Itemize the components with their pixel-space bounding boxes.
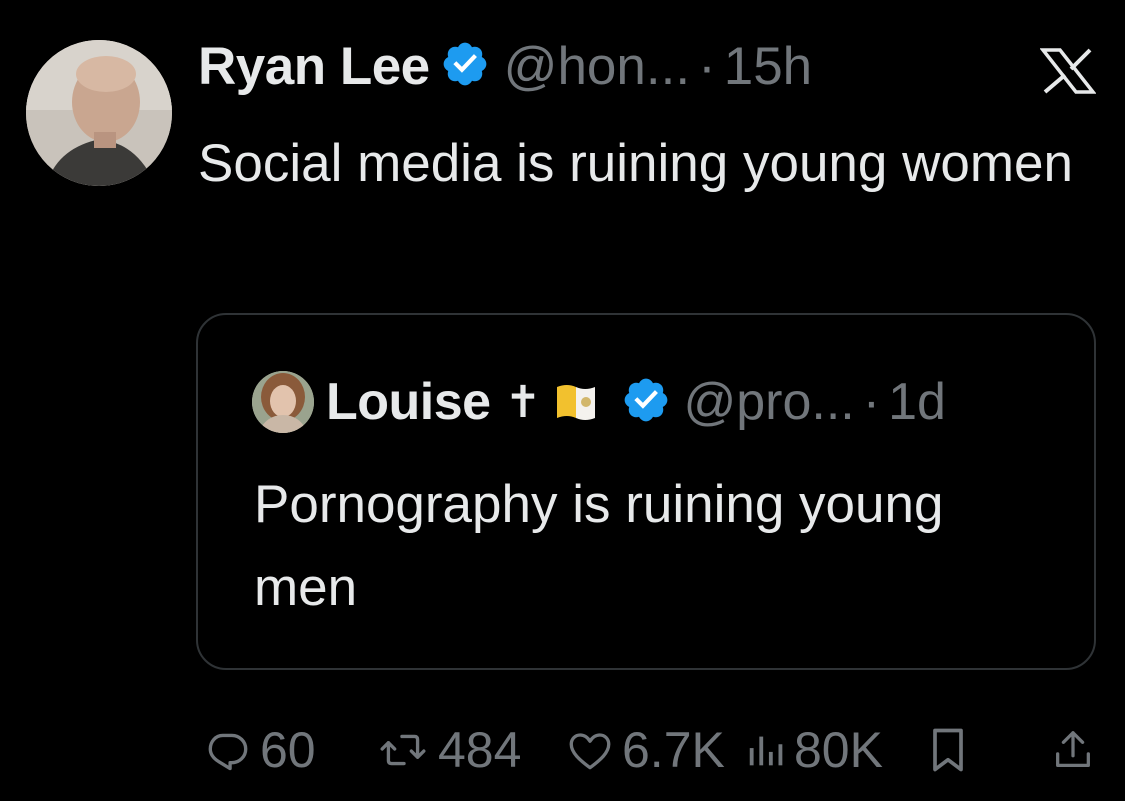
quoted-tweet-header: Louise ✝ @pro... · 1d: [326, 367, 946, 437]
reply-button[interactable]: 60: [200, 718, 316, 782]
tweet-timestamp[interactable]: 15h: [724, 36, 812, 97]
views-icon: [749, 736, 783, 766]
like-count: 6.7K: [622, 722, 725, 778]
share-button[interactable]: [1050, 718, 1096, 782]
views-count: 80K: [794, 722, 883, 778]
x-logo-icon[interactable]: [1039, 48, 1097, 94]
quoted-avatar-photo: [252, 371, 314, 433]
vatican-flag-emoji: [555, 382, 597, 422]
quoted-separator-dot: ·: [862, 373, 881, 431]
quoted-author-avatar[interactable]: [252, 371, 314, 433]
retweet-icon: [380, 734, 426, 766]
retweet-button[interactable]: 484: [372, 718, 521, 782]
views-button[interactable]: 80K: [744, 718, 883, 782]
quoted-author-handle[interactable]: @pro...: [683, 372, 854, 432]
verified-badge-icon[interactable]: [440, 39, 490, 94]
bookmark-button[interactable]: [926, 718, 970, 782]
tweet-header: Ryan Lee @hon... · 15h: [198, 30, 812, 102]
retweet-count: 484: [438, 722, 522, 778]
quoted-tweet-text: Pornography is ruining young men: [254, 475, 944, 617]
reply-count: 60: [260, 722, 316, 778]
quoted-verified-badge-icon[interactable]: [621, 375, 671, 430]
quoted-tweet-timestamp[interactable]: 1d: [888, 372, 946, 432]
reply-icon: [208, 733, 248, 771]
heart-icon: [569, 733, 611, 770]
author-handle[interactable]: @hon...: [504, 36, 690, 97]
separator-dot: ·: [698, 36, 716, 96]
bookmark-icon: [933, 728, 963, 772]
avatar-photo: [26, 40, 172, 186]
quoted-tweet-card[interactable]: Louise ✝ @pro... · 1d Pornography is rui…: [196, 313, 1096, 670]
like-button[interactable]: 6.7K: [562, 718, 725, 782]
author-name[interactable]: Ryan Lee: [198, 36, 430, 97]
tweet-text: Social media is ruining young women: [198, 134, 1073, 193]
quoted-author-name[interactable]: Louise: [326, 372, 491, 432]
share-icon: [1056, 731, 1090, 767]
author-avatar[interactable]: [26, 40, 172, 186]
cross-emoji: ✝: [504, 376, 542, 428]
